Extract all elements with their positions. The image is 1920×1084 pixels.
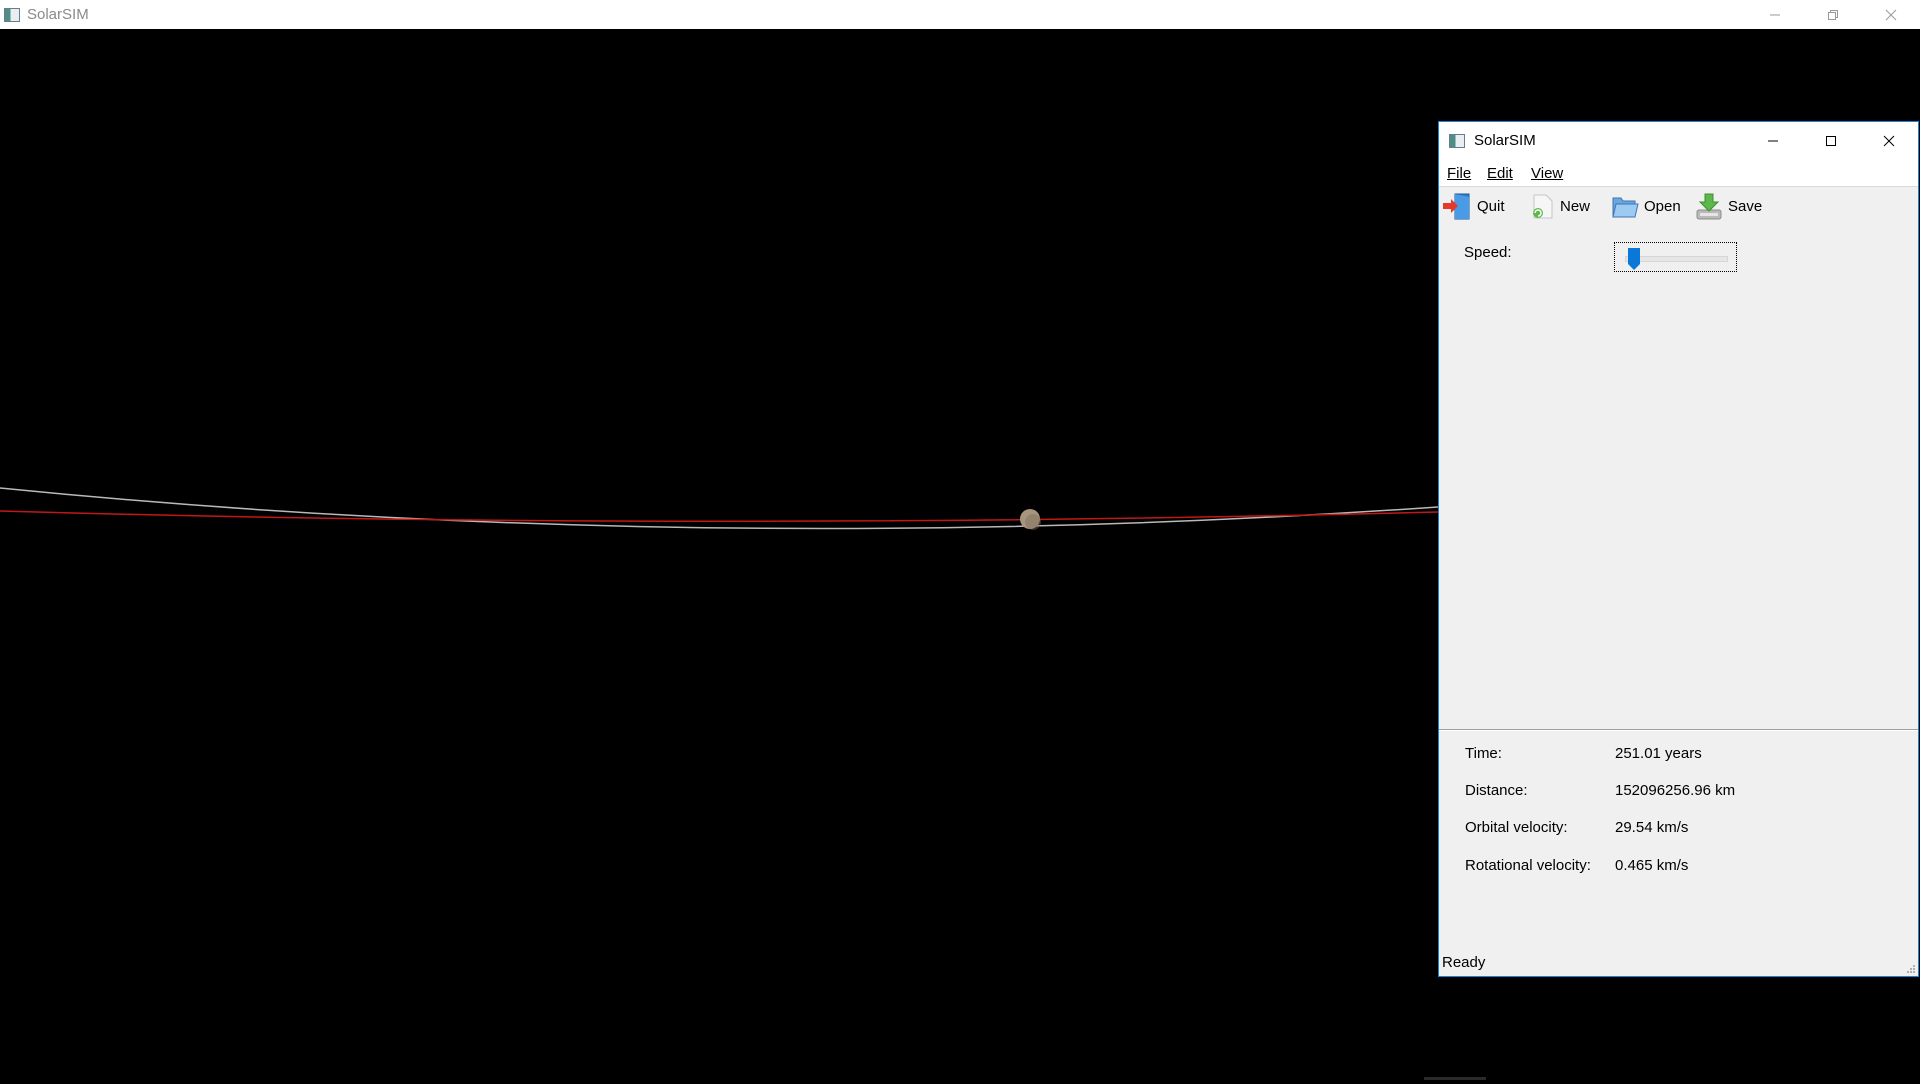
status-bar-text: Ready — [1442, 954, 1486, 971]
save-button[interactable]: Save — [1694, 190, 1762, 222]
speed-slider[interactable] — [1614, 242, 1737, 272]
main-close-button[interactable] — [1862, 0, 1920, 29]
quit-button[interactable]: Quit — [1441, 190, 1505, 222]
orbital-velocity-label: Orbital velocity: — [1465, 819, 1568, 836]
distance-label: Distance: — [1465, 782, 1528, 799]
control-window: SolarSIM File Edit View Quit New Open Sa… — [1438, 121, 1919, 977]
main-restore-button[interactable] — [1804, 0, 1862, 29]
rotational-velocity-label: Rotational velocity: — [1465, 857, 1591, 874]
menu-file-label: File — [1447, 165, 1472, 182]
menu-view-label: View — [1531, 165, 1564, 182]
orbit-scene — [0, 487, 1439, 530]
minimize-icon — [1768, 140, 1778, 142]
menu-file[interactable]: File — [1447, 165, 1471, 182]
size-grip-icon[interactable] — [1906, 964, 1916, 974]
main-title-bar: SolarSIM — [0, 0, 1920, 29]
slider-thumb[interactable] — [1627, 248, 1640, 270]
time-value: 251.01 years — [1615, 745, 1702, 762]
info-divider-highlight — [1439, 730, 1918, 731]
distance-value: 152096256.96 km — [1615, 782, 1736, 799]
toolbar: Quit New Open Save — [1439, 188, 1918, 224]
quit-icon — [1443, 193, 1470, 220]
minimize-icon — [1770, 14, 1780, 15]
close-button[interactable] — [1860, 122, 1918, 160]
planet-shadow — [1025, 514, 1041, 530]
menu-bar: File Edit View — [1439, 160, 1918, 187]
maximize-button[interactable] — [1802, 122, 1860, 160]
new-button[interactable]: New — [1528, 190, 1590, 222]
control-title-bar: SolarSIM — [1439, 122, 1918, 160]
restore-icon — [1828, 9, 1838, 20]
quit-label: Quit — [1477, 197, 1505, 215]
save-icon — [1696, 193, 1722, 220]
rotational-velocity-value: 0.465 km/s — [1615, 857, 1689, 874]
main-minimize-button[interactable] — [1746, 0, 1804, 29]
menu-edit[interactable]: Edit — [1487, 165, 1513, 182]
minimize-button[interactable] — [1744, 122, 1802, 160]
slider-track — [1625, 256, 1728, 262]
speed-label: Speed: — [1464, 244, 1512, 261]
open-button[interactable]: Open — [1610, 190, 1681, 222]
menu-edit-label: Edit — [1487, 165, 1513, 182]
new-label: New — [1560, 197, 1591, 215]
save-label: Save — [1728, 197, 1763, 215]
control-caption-buttons — [1744, 122, 1918, 160]
folder-icon — [1612, 197, 1639, 218]
close-icon — [1885, 9, 1897, 20]
time-label: Time: — [1465, 745, 1502, 762]
reference-orbit-line — [0, 487, 1439, 530]
new-icon — [1533, 194, 1553, 219]
control-window-title: SolarSIM — [1474, 132, 1536, 149]
maximize-icon — [1826, 136, 1836, 146]
orbital-velocity-value: 29.54 km/s — [1615, 819, 1689, 836]
main-window-title: SolarSIM — [27, 6, 89, 23]
main-caption-buttons — [1746, 0, 1920, 29]
app-icon — [1449, 134, 1465, 148]
close-icon — [1883, 135, 1895, 147]
app-icon — [4, 7, 20, 22]
open-label: Open — [1644, 197, 1681, 215]
menu-view[interactable]: View — [1531, 165, 1563, 182]
